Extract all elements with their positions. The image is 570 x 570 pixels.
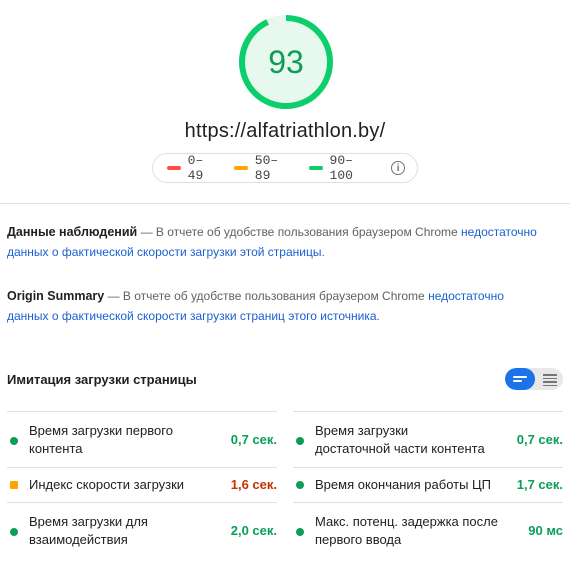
origin-summary-end: . — [376, 309, 380, 323]
performance-score-gauge: 93 — [238, 14, 334, 110]
metric-status-average — [10, 481, 18, 489]
metric-status-good — [296, 528, 304, 536]
metric-first-meaningful-paint: Время загрузки достаточной части контент… — [293, 411, 563, 467]
metrics-column-left: Время загрузки первого контента 0,7 сек.… — [7, 411, 277, 558]
legend-swatch-pass — [308, 166, 323, 170]
metric-label: Время загрузки первого контента — [29, 423, 173, 456]
info-icon[interactable]: i — [391, 161, 406, 175]
metric-first-contentful-paint: Время загрузки первого контента 0,7 сек. — [7, 411, 277, 467]
metric-status-good — [10, 528, 18, 536]
legend-label-fail: 0–49 — [187, 153, 204, 183]
field-data-dash: — — [137, 225, 156, 239]
metric-status-good — [10, 437, 18, 445]
metric-value: 1,7 сек. — [516, 477, 563, 492]
metric-status-good — [296, 437, 304, 445]
metrics-column-right: Время загрузки достаточной части контент… — [293, 411, 563, 558]
metrics-view-toggle — [505, 368, 563, 390]
origin-summary-block: Origin Summary — В отчете об удобстве по… — [7, 286, 537, 326]
origin-summary-title: Origin Summary — [7, 289, 105, 303]
metric-value: 1,6 сек. — [230, 477, 277, 492]
score-legend: 0–49 50–89 90–100 i — [152, 153, 418, 183]
legend-item-pass: 90–100 — [308, 153, 375, 183]
origin-summary-dash: — — [104, 289, 123, 303]
metric-label: Индекс скорости загрузки — [29, 477, 185, 492]
legend-item-fail: 0–49 — [167, 153, 218, 183]
lighthouse-report: 93 https://alfatriathlon.by/ 0–49 50–89 … — [0, 0, 570, 570]
legend-swatch-average — [234, 166, 248, 170]
metric-value: 0,7 сек. — [516, 432, 563, 447]
field-data-end: . — [321, 245, 325, 259]
metric-speed-index: Индекс скорости загрузки 1,6 сек. — [7, 467, 277, 502]
metric-label: Время загрузки достаточной части контент… — [315, 423, 485, 456]
metric-label: Время окончания работы ЦП — [315, 477, 492, 492]
metric-value: 90 мс — [528, 523, 563, 538]
lab-data-title: Имитация загрузки страницы — [7, 372, 197, 387]
section-divider — [0, 203, 570, 204]
legend-swatch-fail — [167, 166, 181, 170]
view-compact-button[interactable] — [505, 368, 535, 390]
page-url: https://alfatriathlon.by/ — [184, 120, 386, 142]
field-data-title: Данные наблюдений — [7, 225, 138, 239]
metric-max-potential-fid: Макс. потенц. задержка после первого вво… — [293, 502, 563, 558]
field-data-text: В отчете об удобстве пользования браузер… — [155, 225, 462, 239]
metric-value: 2,0 сек. — [230, 523, 277, 538]
legend-label-pass: 90–100 — [329, 153, 353, 183]
metric-status-good — [296, 481, 304, 489]
field-data-block: Данные наблюдений — В отчете об удобстве… — [7, 222, 537, 262]
metric-time-to-interactive: Время загрузки для взаимодействия 2,0 се… — [7, 502, 277, 558]
metric-first-cpu-idle: Время окончания работы ЦП 1,7 сек. — [293, 467, 563, 502]
origin-summary-text: В отчете об удобстве пользования браузер… — [122, 289, 429, 303]
legend-item-average: 50–89 — [234, 153, 293, 183]
legend-label-average: 50–89 — [254, 153, 279, 183]
metric-label: Время загрузки для взаимодействия — [29, 514, 148, 547]
metric-label: Макс. потенц. задержка после первого вво… — [315, 514, 498, 547]
metric-value: 0,7 сек. — [230, 432, 277, 447]
score-value: 93 — [268, 43, 304, 80]
